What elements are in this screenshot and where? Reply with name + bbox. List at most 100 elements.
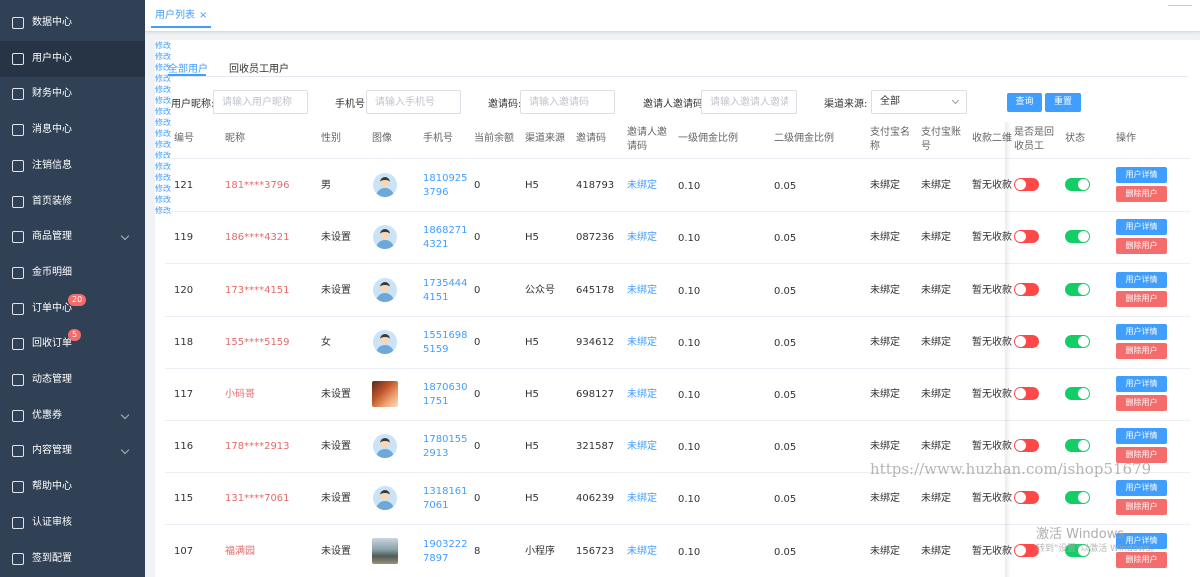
search-button[interactable]: 查询 xyxy=(1007,93,1042,112)
phone-link-line2[interactable]: 2913 xyxy=(423,447,448,460)
phone-link-line1[interactable]: 1810925 xyxy=(423,172,468,185)
status-switch[interactable] xyxy=(1065,178,1090,192)
user-detail-button[interactable]: 用户详情 xyxy=(1116,375,1167,392)
nickname-link[interactable]: 173****4151 xyxy=(225,284,290,297)
status-switch[interactable] xyxy=(1065,491,1090,505)
phone-link-line1[interactable]: 1318161 xyxy=(423,485,468,498)
phone-link-line2[interactable]: 4321 xyxy=(423,238,448,251)
inviter-link[interactable]: 未绑定 xyxy=(627,440,657,453)
cell-rate2: 0.05 xyxy=(774,546,797,558)
sidebar-item[interactable]: 消息中心 xyxy=(0,112,145,148)
recycler-switch[interactable] xyxy=(1014,439,1039,453)
invite-code-input[interactable] xyxy=(520,90,615,114)
phone-link-line1[interactable]: 1735444 xyxy=(423,277,468,290)
user-detail-button[interactable]: 用户详情 xyxy=(1116,167,1167,184)
sidebar-item[interactable]: 用户中心 xyxy=(0,40,145,77)
cell-rate1: 0.10 xyxy=(678,233,701,245)
edit-rate1-link[interactable]: 修改 xyxy=(155,194,1200,205)
subtab-recycler-users[interactable]: 回收员工用户 xyxy=(229,60,289,75)
recycler-switch[interactable] xyxy=(1014,282,1039,296)
cell-id: 121 xyxy=(174,180,194,192)
delete-user-button[interactable]: 删除用户 xyxy=(1116,394,1167,411)
phone-link-line2[interactable]: 3796 xyxy=(423,186,448,199)
recycler-switch[interactable] xyxy=(1014,178,1039,192)
phone-input[interactable] xyxy=(366,90,461,114)
th-rate1: 一级佣金比例 xyxy=(678,133,738,144)
edit-rate2-link[interactable]: 修改 xyxy=(155,51,1200,62)
phone-link-line1[interactable]: 1868271 xyxy=(423,224,468,237)
nickname-link[interactable]: 178****2913 xyxy=(225,440,290,453)
cell-gender: 未设置 xyxy=(321,493,351,505)
nickname-link[interactable]: 小码哥 xyxy=(225,388,255,401)
user-detail-button[interactable]: 用户详情 xyxy=(1116,428,1167,445)
sidebar-item[interactable]: 认证审核 xyxy=(0,505,145,541)
inviter-link[interactable]: 未绑定 xyxy=(627,284,657,297)
status-switch[interactable] xyxy=(1065,439,1090,453)
inviter-link[interactable]: 未绑定 xyxy=(627,179,657,192)
inviter-code-input[interactable] xyxy=(701,90,797,114)
delete-user-button[interactable]: 删除用户 xyxy=(1116,186,1167,203)
subtab-all-users[interactable]: 全部用户 xyxy=(168,60,208,75)
edit-rate1-link[interactable]: 修改 xyxy=(155,62,1200,73)
recycler-switch[interactable] xyxy=(1014,334,1039,348)
sidebar-item[interactable]: 商品管理 xyxy=(0,219,145,255)
nickname-link[interactable]: 131****7061 xyxy=(225,492,290,505)
nickname-link[interactable]: 福满园 xyxy=(225,545,255,558)
nickname-link[interactable]: 155****5159 xyxy=(225,336,290,349)
sidebar-item[interactable]: 数据中心 xyxy=(0,5,145,41)
delete-user-button[interactable]: 删除用户 xyxy=(1116,238,1167,255)
delete-user-button[interactable]: 删除用户 xyxy=(1116,342,1167,359)
edit-rate1-link[interactable]: 修改 xyxy=(155,40,1200,51)
status-switch[interactable] xyxy=(1065,386,1090,400)
inviter-link[interactable]: 未绑定 xyxy=(627,545,657,558)
th-status: 状态 xyxy=(1065,133,1085,144)
status-switch[interactable] xyxy=(1065,282,1090,296)
phone-link-line2[interactable]: 4151 xyxy=(423,291,448,304)
recycler-switch[interactable] xyxy=(1014,386,1039,400)
phone-link-line1[interactable]: 1551698 xyxy=(423,329,468,342)
delete-user-button[interactable]: 删除用户 xyxy=(1116,290,1167,307)
sidebar-item[interactable]: 注销信息 xyxy=(0,148,145,184)
edit-rate2-link[interactable]: 修改 xyxy=(155,161,1200,172)
channel-select[interactable]: 全部 xyxy=(871,90,967,114)
inviter-code-label: 邀请人邀请码: xyxy=(643,99,707,110)
sidebar-item[interactable]: 帮助中心 xyxy=(0,469,145,505)
phone-link-line2[interactable]: 7061 xyxy=(423,499,448,512)
user-detail-button[interactable]: 用户详情 xyxy=(1116,219,1167,236)
nickname-link[interactable]: 181****3796 xyxy=(225,179,290,192)
nickname-input[interactable] xyxy=(213,90,308,114)
nickname-link[interactable]: 186****4321 xyxy=(225,231,290,244)
close-icon[interactable]: × xyxy=(199,10,207,21)
status-switch[interactable] xyxy=(1065,230,1090,244)
edit-rate2-link[interactable]: 修改 xyxy=(155,73,1200,84)
inviter-link[interactable]: 未绑定 xyxy=(627,388,657,401)
status-switch[interactable] xyxy=(1065,334,1090,348)
phone-link-line1[interactable]: 1780155 xyxy=(423,433,468,446)
phone-link-line2[interactable]: 5159 xyxy=(423,343,448,356)
reset-button[interactable]: 重置 xyxy=(1045,93,1081,112)
user-detail-button[interactable]: 用户详情 xyxy=(1116,323,1167,340)
sidebar-item[interactable]: 优惠券 xyxy=(0,398,145,434)
sidebar-item[interactable]: 签到配置 xyxy=(0,541,145,577)
recycler-switch[interactable] xyxy=(1014,230,1039,244)
inviter-link[interactable]: 未绑定 xyxy=(627,231,657,244)
phone-link-line1[interactable]: 1870630 xyxy=(423,381,468,394)
sidebar-item[interactable]: 金币明细 xyxy=(0,255,145,291)
inviter-link[interactable]: 未绑定 xyxy=(627,336,657,349)
phone-link-line2[interactable]: 1751 xyxy=(423,395,448,408)
sidebar-item[interactable]: 回收订单 5 xyxy=(0,326,145,362)
phone-link-line1[interactable]: 1903222 xyxy=(423,538,468,551)
delete-user-button[interactable]: 删除用户 xyxy=(1116,499,1167,516)
user-detail-button[interactable]: 用户详情 xyxy=(1116,480,1167,497)
inviter-link[interactable]: 未绑定 xyxy=(627,492,657,505)
tab-user-list[interactable]: 用户列表 × xyxy=(151,6,212,28)
edit-rate1-link[interactable]: 修改 xyxy=(155,84,1200,95)
sidebar-item[interactable]: 财务中心 xyxy=(0,76,145,112)
sidebar-item[interactable]: 动态管理 xyxy=(0,362,145,398)
phone-link-line2[interactable]: 7897 xyxy=(423,552,448,565)
sidebar-item[interactable]: 内容管理 xyxy=(0,433,145,469)
user-detail-button[interactable]: 用户详情 xyxy=(1116,271,1167,288)
sidebar-item[interactable]: 首页装修 xyxy=(0,184,145,220)
sidebar-item[interactable]: 订单中心 20 xyxy=(0,291,145,327)
recycler-switch[interactable] xyxy=(1014,491,1039,505)
